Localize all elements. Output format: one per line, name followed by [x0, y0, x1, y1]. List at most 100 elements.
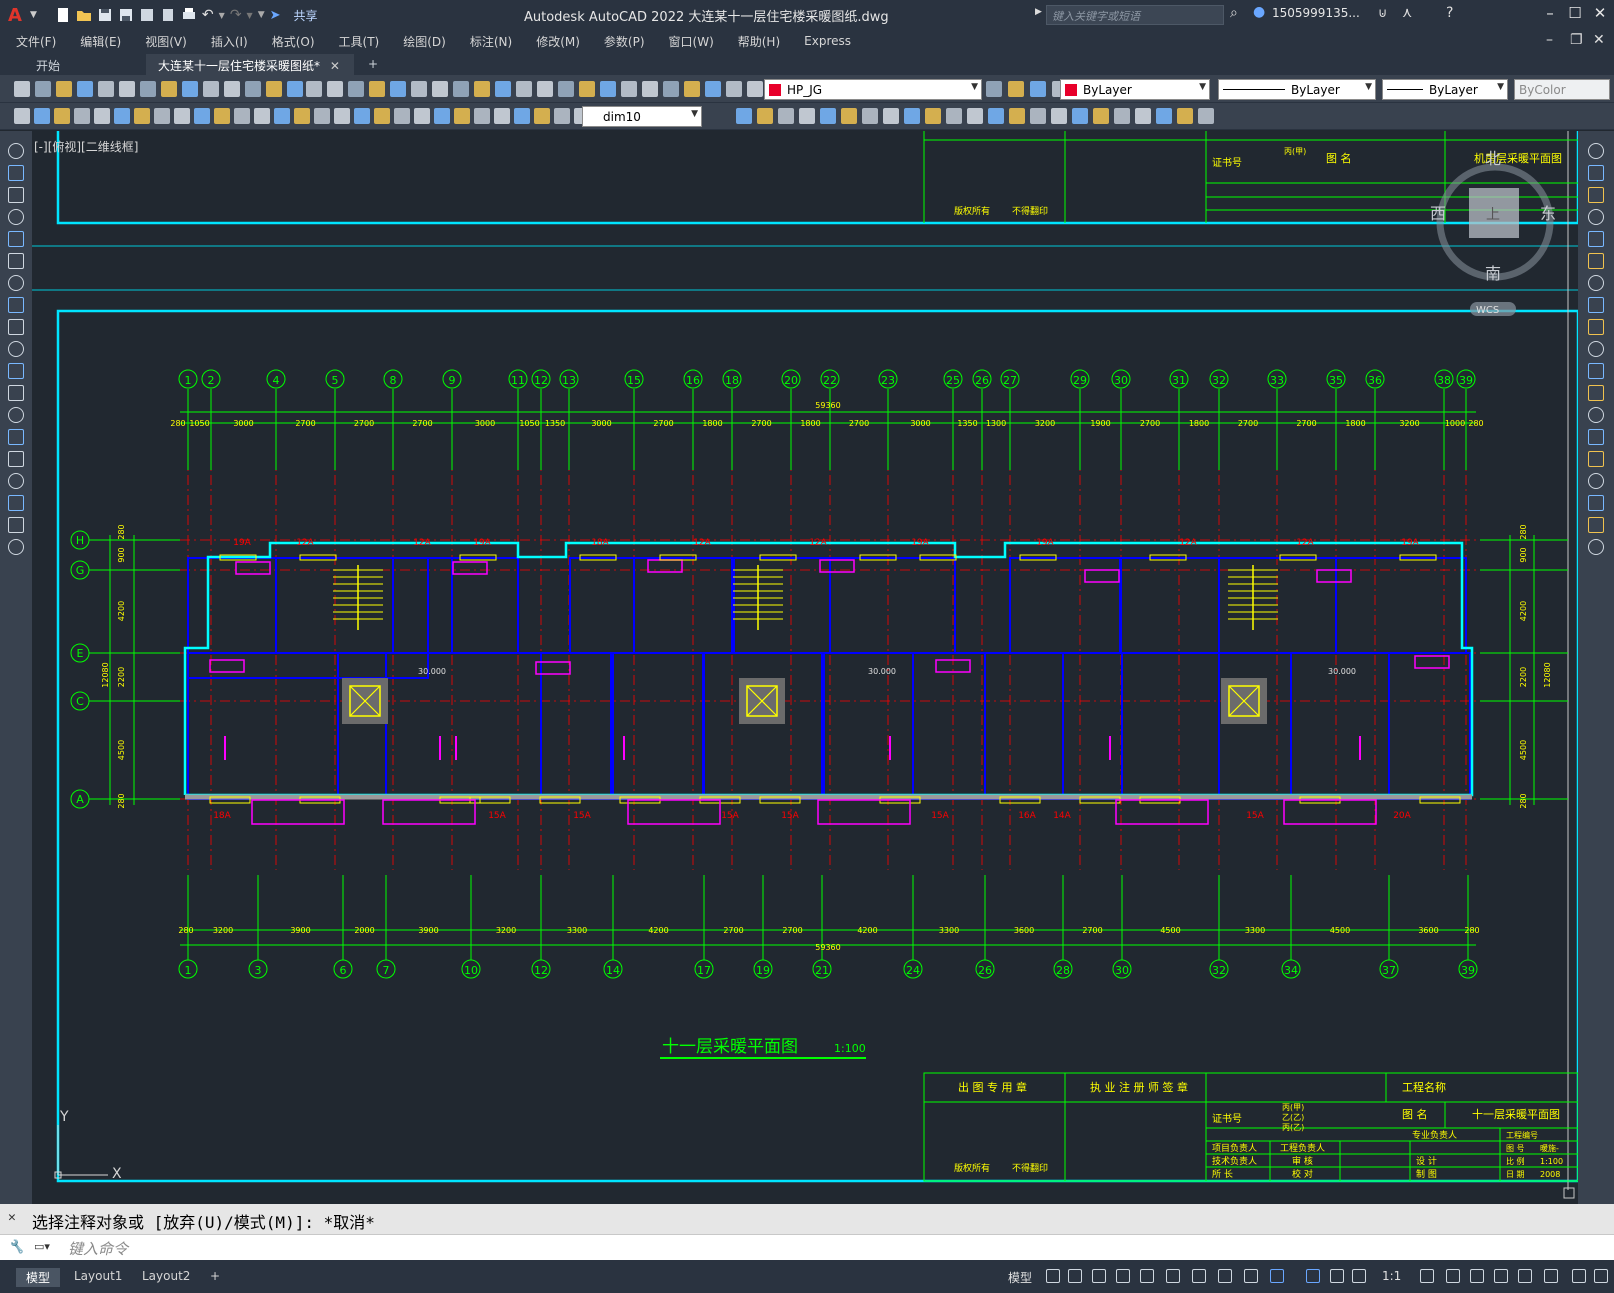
dimstyle-dropdown[interactable]: dim10 ▼ [582, 106, 702, 127]
new-tab-button[interactable]: + [356, 54, 390, 76]
draw-tool-icon-8[interactable] [8, 297, 24, 313]
user-name[interactable]: 1505999135... [1272, 6, 1360, 20]
user-icon[interactable]: ● [1253, 4, 1265, 20]
draw-tool-icon-11[interactable] [8, 363, 24, 379]
open-folder-icon[interactable] [76, 7, 92, 23]
modify-tool-icon-15[interactable] [1588, 451, 1604, 467]
toolbar2-icon-4[interactable] [74, 108, 90, 124]
status-toggle-icon-8[interactable] [1218, 1269, 1232, 1283]
status-toggle-icon-19[interactable] [1544, 1269, 1558, 1283]
menu-express[interactable]: Express [804, 34, 851, 48]
draw-tool-icon-18[interactable] [8, 517, 24, 533]
toolbar1-icon-26[interactable] [537, 81, 553, 97]
draw-tool-icon-15[interactable] [8, 451, 24, 467]
toolbar1-icon-33[interactable] [684, 81, 700, 97]
menu-tools[interactable]: 工具(T) [339, 33, 380, 50]
status-toggle-icon-18[interactable] [1518, 1269, 1532, 1283]
draw-tool-icon-1[interactable] [8, 143, 24, 159]
toolbar2-icon-44[interactable] [1030, 108, 1046, 124]
linetype-dropdown[interactable]: ByLayer ▼ [1218, 79, 1376, 100]
toolbar2-icon-41[interactable] [967, 108, 983, 124]
draw-tool-icon-6[interactable] [8, 253, 24, 269]
toolbar2-icon-2[interactable] [34, 108, 50, 124]
tab-start[interactable]: 开始 [24, 54, 72, 76]
toolbar1-icon-23[interactable] [474, 81, 490, 97]
draw-tool-icon-17[interactable] [8, 495, 24, 511]
toolbar1-icon-14[interactable] [287, 81, 303, 97]
modify-tool-icon-4[interactable] [1588, 209, 1604, 225]
viewcube-south[interactable]: 南 [1485, 264, 1501, 283]
toolbar1-icon-15[interactable] [306, 81, 322, 97]
modify-tool-icon-7[interactable] [1588, 275, 1604, 291]
modify-tool-icon-18[interactable] [1588, 517, 1604, 533]
toolbar2-icon-28[interactable] [554, 108, 570, 124]
modify-tool-icon-9[interactable] [1588, 319, 1604, 335]
redo-dropdown-icon[interactable]: ▼ [247, 11, 253, 20]
status-toggle-icon-21[interactable] [1594, 1269, 1608, 1283]
modify-tool-icon-3[interactable] [1588, 187, 1604, 203]
status-toggle-icon-12[interactable] [1330, 1269, 1344, 1283]
toolbar1-icon-31[interactable] [642, 81, 658, 97]
status-toggle-icon-3[interactable] [1092, 1269, 1106, 1283]
customize-icon[interactable]: 🔧 [8, 1240, 24, 1255]
status-toggle-icon-11[interactable] [1306, 1269, 1320, 1283]
draw-tool-icon-7[interactable] [8, 275, 24, 291]
customize-qat-icon[interactable]: ▼ [258, 10, 265, 20]
status-toggle-icon-5[interactable] [1140, 1269, 1154, 1283]
toolbar2-icon-14[interactable] [274, 108, 290, 124]
modify-tool-icon-1[interactable] [1588, 143, 1604, 159]
toolbar2-icon-8[interactable] [154, 108, 170, 124]
toolbar1-icon-10[interactable] [203, 81, 219, 97]
search-icon[interactable]: ⌕ [1230, 5, 1238, 21]
layer-dropdown[interactable]: HP_JG ▼ [764, 79, 982, 100]
viewcube-east[interactable]: 东 [1540, 204, 1556, 223]
toolbar1-icon-34[interactable] [705, 81, 721, 97]
menu-edit[interactable]: 编辑(E) [80, 33, 121, 50]
toolbar1-icon-36[interactable] [747, 81, 763, 97]
toolbar1-icon-38[interactable] [1008, 81, 1024, 97]
toolbar1-icon-18[interactable] [369, 81, 385, 97]
toolbar1-icon-7[interactable] [140, 81, 156, 97]
toolbar2-icon-38[interactable] [904, 108, 920, 124]
menu-dimension[interactable]: 标注(N) [470, 33, 512, 50]
modify-tool-icon-11[interactable] [1588, 363, 1604, 379]
toolbar2-icon-25[interactable] [494, 108, 510, 124]
modify-tool-icon-12[interactable] [1588, 385, 1604, 401]
modify-tool-icon-16[interactable] [1588, 473, 1604, 489]
toolbar2-icon-36[interactable] [862, 108, 878, 124]
toolbar1-icon-5[interactable] [98, 81, 114, 97]
close-command-line-icon[interactable]: ✕ [8, 1210, 16, 1225]
open-from-web-icon[interactable] [139, 7, 155, 23]
app-menu-chevron-icon[interactable]: ▼ [30, 10, 37, 20]
toolbar1-icon-32[interactable] [663, 81, 679, 97]
toolbar1-icon-35[interactable] [726, 81, 742, 97]
draw-tool-icon-5[interactable] [8, 231, 24, 247]
drawing-canvas[interactable]: 丙(甲) 证书号 图 名 机房层采暖平面图 版权所有 不得翻印 1 2 4 5 8 9 11… [32, 131, 1578, 1204]
autocad-app-icon[interactable]: A [0, 0, 30, 30]
toolbar2-icon-5[interactable] [94, 108, 110, 124]
toolbar2-icon-33[interactable] [799, 108, 815, 124]
toolbar2-icon-34[interactable] [820, 108, 836, 124]
viewcube-top-label[interactable]: 上 [1486, 207, 1500, 223]
toolbar2-icon-23[interactable] [454, 108, 470, 124]
toolbar1-icon-3[interactable] [56, 81, 72, 97]
toolbar2-icon-46[interactable] [1072, 108, 1088, 124]
toolbar2-icon-19[interactable] [374, 108, 390, 124]
status-toggle-icon-7[interactable] [1192, 1269, 1206, 1283]
toolbar1-icon-20[interactable] [411, 81, 427, 97]
toolbar1-icon-9[interactable] [182, 81, 198, 97]
draw-tool-icon-9[interactable] [8, 319, 24, 335]
modify-tool-icon-17[interactable] [1588, 495, 1604, 511]
modify-tool-icon-14[interactable] [1588, 429, 1604, 445]
autodesk-app-icon[interactable]: ⋏ [1402, 5, 1412, 21]
modify-tool-icon-2[interactable] [1588, 165, 1604, 181]
cart-icon[interactable]: ⊍ [1378, 6, 1388, 21]
modify-tool-icon-6[interactable] [1588, 253, 1604, 269]
plot-icon[interactable] [181, 7, 197, 23]
toolbar1-icon-13[interactable] [266, 81, 282, 97]
save-to-web-icon[interactable] [160, 7, 176, 23]
recent-commands-icon[interactable]: ▭▾ [34, 1240, 50, 1253]
toolbar1-icon-11[interactable] [224, 81, 240, 97]
toolbar1-icon-24[interactable] [495, 81, 511, 97]
toolbar1-icon-39[interactable] [1030, 81, 1046, 97]
